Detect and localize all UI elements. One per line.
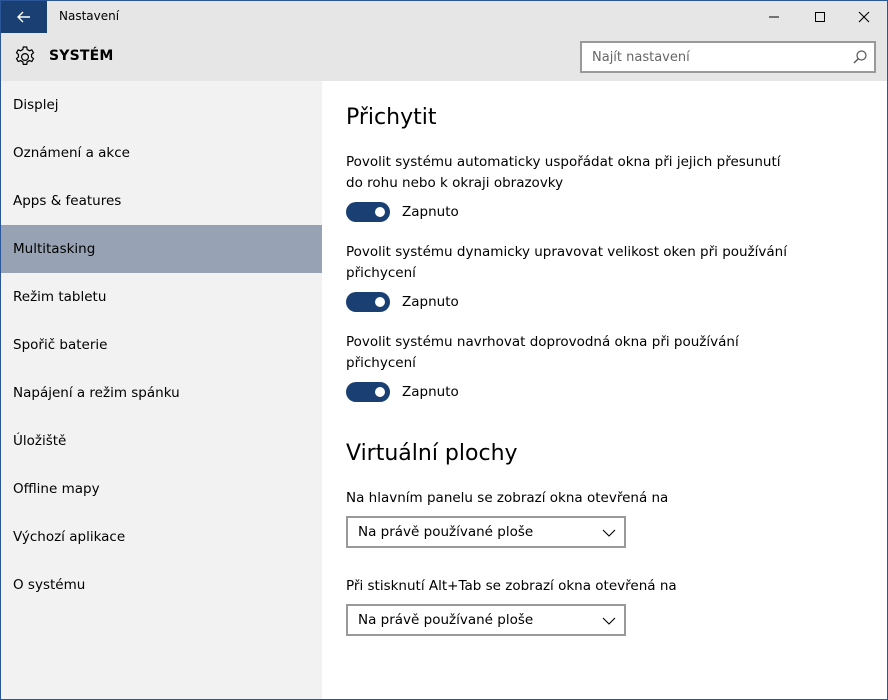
page-title: SYSTÉM: [49, 48, 114, 64]
snap-section-title: Přichytit: [346, 105, 437, 130]
toggle-knob: [375, 387, 385, 397]
snap-setting-2-line1: Povolit systému dynamicky upravovat veli…: [346, 244, 787, 260]
sidebar-item-default-apps[interactable]: Výchozí aplikace: [1, 513, 322, 561]
chevron-down-icon: [602, 617, 616, 625]
snap-setting-1-line2: do rohu nebo k okraji obrazovky: [346, 175, 564, 191]
sidebar-item-tablet-mode[interactable]: Režim tabletu: [1, 273, 322, 321]
snap-setting-3-description: Povolit systému navrhovat doprovodná okn…: [346, 332, 806, 374]
back-button[interactable]: [1, 1, 47, 33]
sidebar-item-notifications[interactable]: Oznámení a akce: [1, 129, 322, 177]
taskbar-desktop-select[interactable]: Na právě používané ploše: [346, 516, 626, 548]
taskbar-setting-label: Na hlavním panelu se zobrazí okna otevře…: [346, 490, 669, 506]
close-icon: [858, 11, 870, 23]
toggle-knob: [375, 207, 385, 217]
minimize-button[interactable]: [751, 1, 797, 33]
sidebar-item-multitasking[interactable]: Multitasking: [1, 225, 322, 273]
gear-icon: [15, 46, 35, 65]
snap-arrange-toggle[interactable]: [346, 202, 390, 222]
sidebar-item-offline-maps[interactable]: Offline mapy: [1, 465, 322, 513]
snap-setting-3-toggle-row: Zapnuto: [346, 382, 459, 402]
sidebar-item-battery-saver[interactable]: Spořič baterie: [1, 321, 322, 369]
taskbar-select-value: Na právě používané ploše: [358, 524, 534, 540]
settings-window: Nastavení SYSTÉM Displej O: [0, 0, 888, 700]
snap-resize-toggle[interactable]: [346, 292, 390, 312]
search-icon[interactable]: [852, 49, 868, 65]
snap-setting-2-description: Povolit systému dynamicky upravovat veli…: [346, 242, 806, 284]
chevron-down-icon: [602, 529, 616, 537]
alttab-desktop-select[interactable]: Na právě používané ploše: [346, 604, 626, 636]
close-button[interactable]: [841, 1, 887, 33]
virtual-desktops-section-title: Virtuální plochy: [346, 441, 518, 466]
sidebar-item-storage[interactable]: Úložiště: [1, 417, 322, 465]
snap-setting-2-line2: přichycení: [346, 265, 416, 281]
snap-setting-1-line1: Povolit systému automaticky uspořádat ok…: [346, 154, 781, 170]
alttab-setting-label: Při stisknutí Alt+Tab se zobrazí okna ot…: [346, 578, 677, 594]
search-box[interactable]: [580, 41, 876, 73]
sidebar-item-apps-features[interactable]: Apps & features: [1, 177, 322, 225]
header-bar: SYSTÉM: [1, 33, 887, 81]
toggle-state-label: Zapnuto: [402, 294, 459, 310]
snap-setting-3-line2: přichycení: [346, 355, 416, 371]
sidebar-item-displej[interactable]: Displej: [1, 81, 322, 129]
snap-suggest-toggle[interactable]: [346, 382, 390, 402]
sidebar-item-power-sleep[interactable]: Napájení a režim spánku: [1, 369, 322, 417]
snap-setting-2-toggle-row: Zapnuto: [346, 292, 459, 312]
sidebar-item-about[interactable]: O systému: [1, 561, 322, 609]
arrow-left-icon: [17, 11, 30, 23]
snap-setting-1-description: Povolit systému automaticky uspořádat ok…: [346, 152, 806, 194]
sidebar: Displej Oznámení a akce Apps & features …: [1, 81, 322, 699]
window-title: Nastavení: [59, 9, 120, 23]
maximize-button[interactable]: [797, 1, 843, 33]
toggle-state-label: Zapnuto: [402, 204, 459, 220]
alttab-select-value: Na právě používané ploše: [358, 612, 534, 628]
title-bar: Nastavení: [1, 1, 887, 33]
search-input[interactable]: [582, 43, 842, 71]
minimize-icon: [769, 16, 779, 18]
maximize-icon: [815, 12, 825, 22]
snap-setting-3-line1: Povolit systému navrhovat doprovodná okn…: [346, 334, 739, 350]
toggle-state-label: Zapnuto: [402, 384, 459, 400]
main-content: Přichytit Povolit systému automaticky us…: [322, 81, 887, 699]
snap-setting-1-toggle-row: Zapnuto: [346, 202, 459, 222]
toggle-knob: [375, 297, 385, 307]
